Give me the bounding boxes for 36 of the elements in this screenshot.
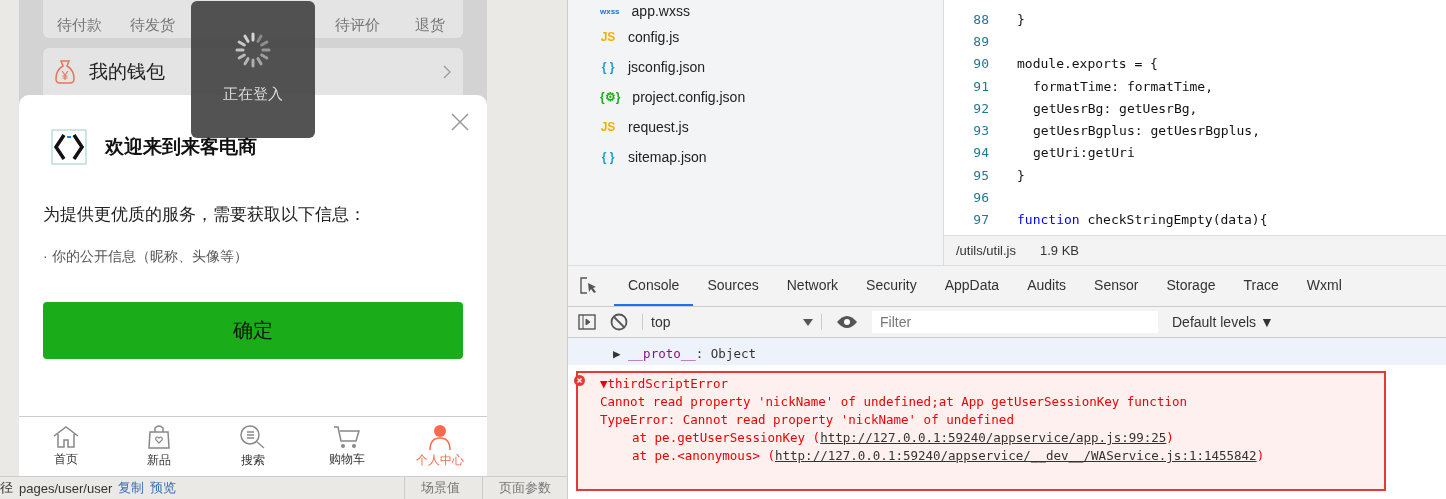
error-line: Cannot read property 'nickName' of undefined;at App getUserSessionKey function [600,394,1187,409]
sheet-title: 欢迎来到来客电商 [105,135,257,159]
line-number: 95 [972,167,990,183]
permission-prompt: 为提供更优质的服务，需要获取以下信息： [43,204,367,226]
file-type-label: {⚙} [600,90,621,104]
code-line: getUri:getUri [1032,145,1135,161]
file-type-label: { } [600,150,616,164]
line-number: 93 [972,123,990,139]
page-path: pages/user/user [19,480,113,496]
stack-frame: at pe.getUserSessionKey (http://127.0.0.1:59240/appservice/app.js:99:25) [632,430,1174,445]
code-line: module.exports = { [1017,56,1158,72]
code-line: } [1017,167,1025,183]
code-line: getUesrBgplus: getUesrBgplus, [1032,123,1260,139]
stack-frame: at pe.<anonymous> (http://127.0.0.1:59240/appservice/__dev__/WAService.js:1:1455842) [632,448,1265,463]
line-number: 88 [972,11,990,27]
line-number: 92 [972,100,990,116]
code-line: } [1017,11,1025,27]
file-type-label: wxss [600,6,620,16]
line-number: 97 [972,212,990,228]
file-type-label: JS [600,120,616,134]
line-number: 94 [972,145,990,161]
file-type-label: JS [600,30,616,44]
line-number: 96 [972,190,990,205]
code-line: getUesrBg: getUesrBg, [1032,100,1198,116]
permission-item: · 你的公开信息（昵称、头像等） [43,248,249,266]
file-size: 1.9 KB [1039,243,1079,258]
path-label: 径 [0,479,13,497]
line-number: 89 [972,33,990,49]
line-number: 90 [972,56,990,72]
line-number: 91 [972,78,990,94]
file-type-label: { } [600,60,616,74]
file-path: /utils/util.js [956,243,1016,258]
code-line: function checkStringEmpty(data){ [1017,212,1268,228]
code-line: formatTime: formatTime, [1032,78,1213,94]
error-line: TypeError: Cannot read property 'nickName' of undefined [600,412,1014,427]
toast-text: 正在登入 [223,85,283,104]
